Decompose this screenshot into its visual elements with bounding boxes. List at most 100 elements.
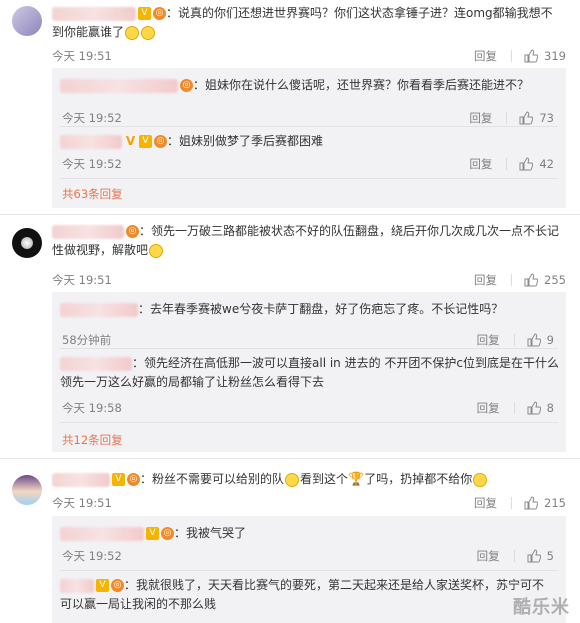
username-blurred[interactable] (60, 134, 122, 149)
thumbs-up-icon (527, 401, 541, 415)
username-blurred[interactable] (52, 224, 124, 239)
username-blurred[interactable] (60, 526, 144, 541)
reply-list: ◎ ：姐妹你在说什么傻话呢，还世界赛？你看看季后赛还能进不？ 今天 19:52 回… (52, 68, 566, 208)
like-count: 255 (544, 273, 566, 287)
reply-actions: 回复 9 (477, 332, 554, 348)
divider (60, 570, 558, 571)
username-blurred[interactable] (60, 578, 94, 593)
like-button[interactable]: 8 (527, 401, 554, 415)
more-replies-link[interactable]: 共63条回复 (62, 186, 123, 202)
reply-button[interactable]: 回复 (477, 400, 500, 416)
comment-time: 今天 19:51 (52, 273, 112, 287)
like-button[interactable]: 73 (519, 111, 554, 125)
username-blurred[interactable] (60, 78, 178, 93)
divider (60, 126, 558, 127)
thumbs-up-icon (527, 333, 541, 347)
divider (513, 334, 515, 346)
username-blurred[interactable] (60, 302, 138, 317)
reply-text: V ◎ ：我就很贱了，天天看比赛气的要死，第二天起来还是给人家送奖杯，苏宁可不 可以… (60, 578, 545, 611)
reply-button[interactable]: 回复 (474, 272, 497, 288)
reply-time: 58分钟前 (62, 333, 112, 347)
like-button[interactable]: 9 (527, 333, 554, 347)
comment-text: V ◎ ：说真的你们还想进世界赛吗？你们这状态拿锤子进？连omg都输我想不 到你能赢… (52, 6, 553, 40)
like-count: 319 (544, 49, 566, 63)
reply-text: ：去年春季赛被we兮夜卡萨丁翻盘，好了伤疤忘了疼。不长记性吗？ (60, 300, 560, 319)
reply-actions: 回复 42 (469, 156, 554, 172)
vip-badge-icon: V (139, 135, 152, 148)
username-blurred[interactable] (52, 472, 110, 487)
divider (60, 348, 558, 349)
vip-badge-icon: V (138, 7, 151, 20)
reply-list: ：去年春季赛被we兮夜卡萨丁翻盘，好了伤疤忘了疼。不长记性吗？ 58分钟前 回复… (52, 292, 566, 452)
reply-button[interactable]: 回复 (474, 495, 497, 511)
reply-text: ◎ ：姐妹你在说什么傻话呢，还世界赛？你看看季后赛还能进不？ (60, 76, 560, 95)
divider (60, 422, 558, 423)
divider (0, 214, 580, 215)
avatar[interactable] (12, 475, 42, 505)
reply-button[interactable]: 回复 (474, 48, 497, 64)
like-count: 5 (546, 549, 554, 563)
vip-badge-icon: V (96, 579, 109, 592)
verified-icon: V (125, 134, 136, 148)
divider (511, 50, 513, 62)
level-badge-icon: ◎ (153, 7, 166, 20)
level-badge-icon: ◎ (180, 79, 193, 92)
like-count: 73 (539, 111, 554, 125)
reply-button[interactable]: 回复 (469, 110, 492, 126)
reply-text: V V ◎ ：姐妹别做梦了季后赛都困难 (60, 132, 560, 151)
emoji-icon (141, 25, 156, 40)
thumbs-up-icon (524, 49, 539, 63)
reply-time: 今天 19:52 (62, 111, 122, 125)
avatar[interactable] (12, 228, 42, 258)
more-replies-link[interactable]: 共12条回复 (62, 432, 123, 448)
level-badge-icon: ◎ (127, 473, 140, 486)
username-blurred[interactable] (60, 356, 132, 371)
level-badge-icon: ◎ (111, 579, 124, 592)
level-badge-icon: ◎ (161, 527, 174, 540)
watermark: 酷乐米 (513, 597, 570, 618)
trophy-icon: 🏆 (348, 472, 365, 487)
thumbs-up-icon (524, 496, 539, 510)
like-button[interactable]: 5 (527, 549, 554, 563)
thumbs-up-icon (519, 157, 534, 171)
comment-time: 今天 19:51 (52, 496, 112, 510)
level-badge-icon: ◎ (154, 135, 167, 148)
reply-text: ：领先经济在高低那一波可以直接all in 进去的 不开团不保护c位到底是在干什… (60, 356, 560, 389)
reply-actions: 回复 73 (469, 110, 554, 126)
reply-button[interactable]: 回复 (477, 332, 500, 348)
divider (60, 178, 558, 179)
thumbs-up-icon (524, 273, 539, 287)
comment-actions: 回复 319 (474, 48, 566, 64)
reply-text: V ◎ ：我被气哭了 (60, 524, 560, 543)
divider (511, 274, 513, 286)
like-count: 215 (544, 496, 566, 510)
username-blurred[interactable] (52, 6, 136, 21)
like-button[interactable]: 42 (519, 157, 554, 171)
comment-text: V ◎ ：粉丝不需要可以给别的队 看到这个🏆了吗，扔掉都不给你 (52, 470, 572, 489)
divider (506, 158, 508, 170)
vip-badge-icon: V (112, 473, 125, 486)
comment-time: 今天 19:51 (52, 49, 112, 63)
avatar[interactable] (12, 6, 42, 36)
reply-time: 今天 19:52 (62, 157, 122, 171)
divider (511, 497, 513, 509)
comment-actions: 回复 215 (474, 495, 566, 511)
reply-list: V ◎ ：我被气哭了 今天 19:52 回复 5 V ◎ ：我就很贱了，天天看比赛气的要… (52, 516, 566, 623)
divider (0, 458, 580, 459)
divider (513, 402, 515, 414)
reply-time: 今天 19:58 (62, 401, 122, 415)
emoji-icon (473, 472, 488, 487)
thumbs-up-icon (519, 111, 534, 125)
like-count: 9 (546, 333, 554, 347)
emoji-icon (285, 472, 300, 487)
like-button[interactable]: 319 (524, 49, 566, 63)
like-count: 42 (539, 157, 554, 171)
like-button[interactable]: 215 (524, 496, 566, 510)
vip-badge-icon: V (146, 527, 159, 540)
level-badge-icon: ◎ (126, 225, 139, 238)
like-count: 8 (546, 401, 554, 415)
like-button[interactable]: 255 (524, 273, 566, 287)
reply-time: 今天 19:52 (62, 549, 122, 563)
reply-button[interactable]: 回复 (477, 548, 500, 564)
reply-button[interactable]: 回复 (469, 156, 492, 172)
